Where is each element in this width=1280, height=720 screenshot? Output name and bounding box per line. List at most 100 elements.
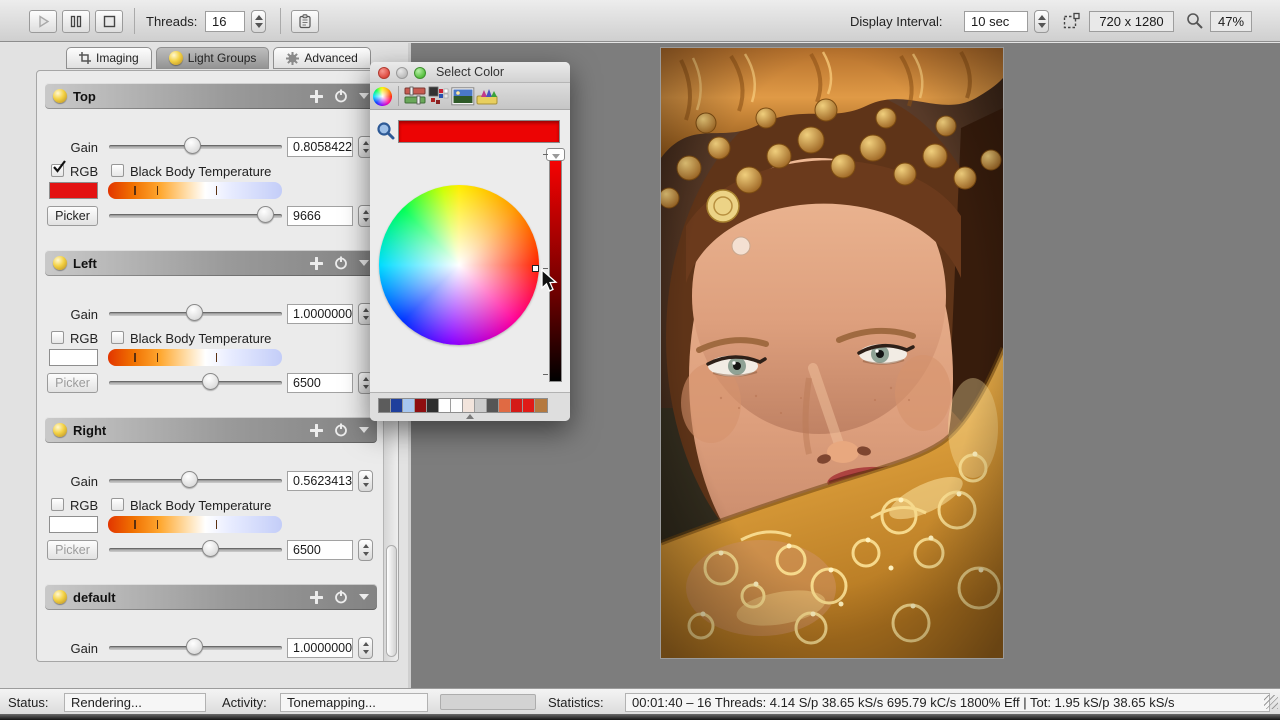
swatch[interactable] [391, 399, 403, 412]
gain-slider[interactable] [109, 304, 282, 322]
window-resize-grip[interactable] [1264, 695, 1278, 709]
hue-saturation-wheel[interactable] [379, 185, 539, 345]
picker-slider[interactable] [109, 540, 282, 558]
picker-slider[interactable] [109, 373, 282, 391]
display-interval-input[interactable]: 10 sec [964, 11, 1028, 32]
picker-button[interactable]: Picker [47, 206, 98, 226]
picker-value-field[interactable]: 9666 [287, 206, 353, 226]
group-header[interactable]: default [45, 584, 377, 610]
gain-value-field[interactable]: 0.8058422 [287, 137, 353, 157]
rgb-checkbox[interactable] [51, 498, 64, 511]
loupe-button[interactable] [376, 121, 395, 140]
tab-imaging[interactable]: Imaging [66, 47, 152, 69]
collapse-chevron-icon[interactable] [359, 93, 369, 99]
blackbody-gradient-strip[interactable] [108, 182, 282, 199]
picker-slider[interactable] [109, 206, 282, 224]
add-group-icon[interactable] [310, 424, 323, 437]
sliders-mode-button[interactable] [403, 86, 427, 107]
crayons-mode-button[interactable] [475, 86, 499, 107]
slider-thumb[interactable] [202, 540, 219, 557]
power-toggle-icon[interactable] [334, 256, 348, 270]
bbt-checkbox[interactable] [111, 164, 124, 177]
slider-thumb[interactable] [257, 206, 274, 223]
power-toggle-icon[interactable] [334, 89, 348, 103]
swatch[interactable] [403, 399, 415, 412]
gain-value-field[interactable]: 1.0000000 [287, 638, 353, 658]
gain-slider[interactable] [109, 638, 282, 656]
swatch[interactable] [379, 399, 391, 412]
collapse-chevron-icon[interactable] [359, 427, 369, 433]
swatch[interactable] [487, 399, 499, 412]
slider-track[interactable] [109, 381, 282, 385]
slider-thumb[interactable] [186, 304, 203, 321]
color-wheel-mode-button[interactable] [370, 86, 394, 107]
slider-thumb[interactable] [202, 373, 219, 390]
swatch[interactable] [475, 399, 487, 412]
wheel-selection-marker[interactable] [532, 265, 539, 272]
gain-slider[interactable] [109, 137, 282, 155]
rgb-checkbox[interactable] [51, 164, 64, 177]
stop-button[interactable] [95, 10, 123, 33]
play-button[interactable] [29, 10, 57, 33]
swatch[interactable] [499, 399, 511, 412]
swatch[interactable] [523, 399, 535, 412]
add-group-icon[interactable] [310, 591, 323, 604]
swatch[interactable] [511, 399, 523, 412]
picker-value-field[interactable]: 6500 [287, 373, 353, 393]
picker-button[interactable]: Picker [47, 540, 98, 560]
group-color-swatch[interactable] [49, 349, 98, 366]
pause-button[interactable] [62, 10, 90, 33]
group-color-swatch[interactable] [49, 516, 98, 533]
image-palettes-mode-button[interactable] [451, 86, 475, 107]
power-toggle-icon[interactable] [334, 423, 348, 437]
blackbody-gradient-strip[interactable] [108, 349, 282, 366]
group-header[interactable]: Left [45, 250, 377, 276]
swatch[interactable] [535, 399, 547, 412]
picker-value-field[interactable]: 6500 [287, 540, 353, 560]
collapse-chevron-icon[interactable] [359, 594, 369, 600]
zoom-tool-button[interactable] [1186, 12, 1204, 30]
copy-button[interactable] [291, 10, 319, 33]
tab-light-groups[interactable]: Light Groups [156, 47, 270, 69]
close-icon[interactable] [378, 67, 390, 79]
brightness-slider[interactable] [549, 150, 562, 382]
drawer-resize-handle[interactable] [466, 414, 474, 419]
blackbody-gradient-strip[interactable] [108, 516, 282, 533]
rgb-checkbox[interactable] [51, 331, 64, 344]
gain-stepper[interactable] [358, 470, 373, 492]
swatch[interactable] [451, 399, 463, 412]
group-color-swatch[interactable] [49, 182, 98, 199]
zoom-window-icon[interactable] [414, 67, 426, 79]
gain-value-field[interactable]: 1.0000000 [287, 304, 353, 324]
display-interval-stepper[interactable] [1034, 10, 1049, 33]
threads-input[interactable]: 16 [205, 11, 245, 32]
bbt-checkbox[interactable] [111, 498, 124, 511]
dialog-titlebar[interactable]: Select Color [370, 62, 570, 83]
zoom-level-field[interactable]: 47% [1210, 11, 1252, 32]
tab-advanced[interactable]: Advanced [273, 47, 370, 69]
add-group-icon[interactable] [310, 90, 323, 103]
power-toggle-icon[interactable] [334, 590, 348, 604]
resize-render-button[interactable] [1063, 12, 1081, 30]
minimize-icon[interactable] [396, 67, 408, 79]
slider-thumb[interactable] [184, 137, 201, 154]
group-header[interactable]: Top [45, 83, 377, 109]
gain-stepper[interactable] [358, 637, 373, 659]
group-header[interactable]: Right [45, 417, 377, 443]
swatch[interactable] [439, 399, 451, 412]
gain-value-field[interactable]: 0.5623413 [287, 471, 353, 491]
threads-stepper[interactable] [251, 10, 266, 33]
picker-button[interactable]: Picker [47, 373, 98, 393]
slider-thumb[interactable] [186, 638, 203, 655]
gain-slider[interactable] [109, 471, 282, 489]
scrollbar-thumb[interactable] [386, 545, 397, 657]
slider-track[interactable] [109, 548, 282, 552]
swatch[interactable] [427, 399, 439, 412]
palettes-mode-button[interactable] [427, 86, 451, 107]
picker-stepper[interactable] [358, 539, 373, 561]
slider-thumb[interactable] [181, 471, 198, 488]
swatch[interactable] [415, 399, 427, 412]
bbt-checkbox[interactable] [111, 331, 124, 344]
collapse-chevron-icon[interactable] [359, 260, 369, 266]
brightness-slider-thumb[interactable] [546, 148, 565, 161]
